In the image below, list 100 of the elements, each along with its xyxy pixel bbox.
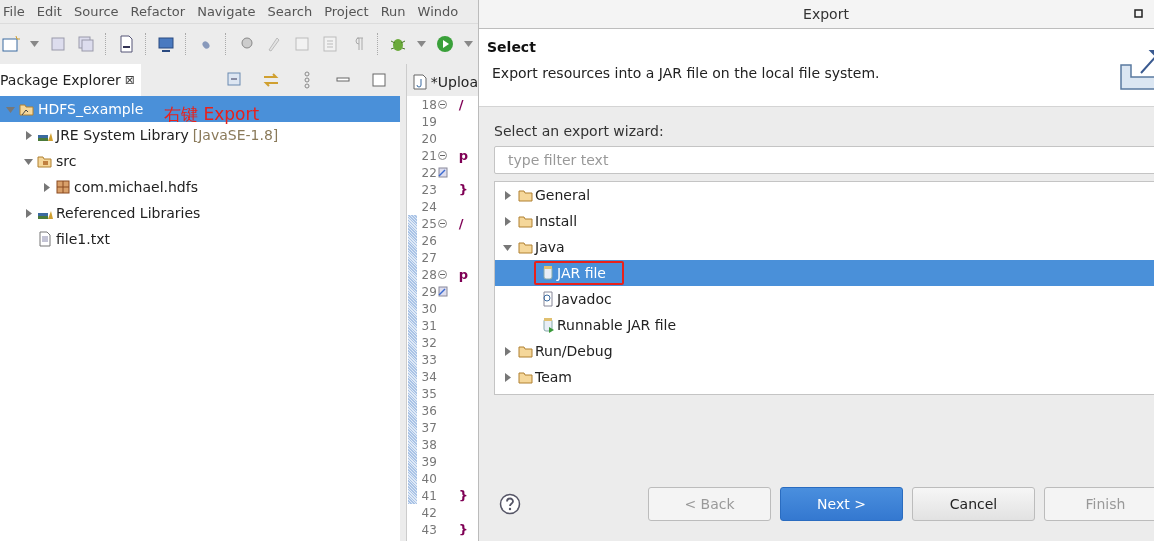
code-text: p <box>458 267 469 282</box>
line-number: 25 <box>420 216 437 231</box>
folder-icon <box>518 213 534 229</box>
menu-item[interactable]: Project <box>318 4 375 19</box>
runnable-jar-icon <box>540 317 556 333</box>
javadoc-icon <box>540 291 556 307</box>
collapsed-arrow-icon[interactable] <box>41 182 51 192</box>
code-text: } <box>458 488 469 503</box>
maximize-icon[interactable] <box>1134 9 1143 18</box>
folder-icon <box>518 187 534 203</box>
filter-field[interactable]: type filter text <box>494 146 1154 174</box>
monitor-icon[interactable] <box>157 35 175 53</box>
menu-item[interactable]: Navigate <box>191 4 262 19</box>
link-arrows-icon[interactable] <box>261 71 280 89</box>
jar-icon <box>540 265 556 281</box>
line-number: 41 <box>420 488 437 503</box>
expanded-arrow-icon[interactable] <box>502 242 512 252</box>
code-text: / <box>458 216 464 231</box>
tree-item[interactable]: com.michael.hdfs <box>0 174 400 200</box>
line-number: 33 <box>420 352 437 367</box>
line-number: 22 <box>420 165 437 180</box>
wizard-prompt: Select an export wizard: <box>494 123 665 139</box>
fold-icon[interactable] <box>438 151 448 160</box>
help-icon[interactable] <box>499 493 521 515</box>
dropdown-caret-icon[interactable] <box>464 41 473 47</box>
line-number: 43 <box>420 522 437 537</box>
fold-icon[interactable] <box>438 270 448 279</box>
wizard-item[interactable]: Javadoc <box>495 286 1154 312</box>
save-icon[interactable] <box>49 35 67 53</box>
binary-file-icon[interactable] <box>117 35 135 53</box>
line-number: 24 <box>420 199 437 214</box>
collapsed-arrow-icon[interactable] <box>23 208 33 218</box>
wizard-item[interactable]: Install <box>495 208 1154 234</box>
code-text: } <box>458 182 469 197</box>
run-icon[interactable] <box>436 35 454 53</box>
dialog-title: Export <box>803 6 849 22</box>
line-number: 34 <box>420 369 437 384</box>
line-number: 42 <box>420 505 437 520</box>
line-number: 32 <box>420 335 437 350</box>
menu-item[interactable]: Edit <box>30 4 68 19</box>
tree-item[interactable]: src <box>0 148 400 174</box>
collapsed-arrow-icon[interactable] <box>502 190 512 200</box>
line-number: 30 <box>420 301 437 316</box>
wizard-item[interactable]: Run/Debug <box>495 338 1154 364</box>
collapsed-arrow-icon[interactable] <box>502 216 512 226</box>
expanded-arrow-icon[interactable] <box>23 156 33 166</box>
menu-item[interactable]: File <box>0 4 31 19</box>
wizard-item[interactable]: Team <box>495 364 1154 390</box>
line-number: 18 <box>420 97 437 112</box>
menu-item[interactable]: Search <box>261 4 319 19</box>
collapsed-arrow-icon[interactable] <box>23 130 33 140</box>
page-heading: Select <box>487 39 537 55</box>
fold-icon[interactable] <box>438 219 448 228</box>
menu-item[interactable]: Windo <box>411 4 465 19</box>
line-number: 28 <box>420 267 437 282</box>
folder-icon <box>518 369 534 385</box>
line-number: 39 <box>420 454 437 469</box>
save-all-icon[interactable] <box>77 35 95 53</box>
dialog-button[interactable]: Next > <box>780 487 903 521</box>
dropdown-caret-icon[interactable] <box>417 41 426 47</box>
project-icon <box>19 101 35 117</box>
collapse-all-icon[interactable] <box>225 71 244 89</box>
tree-item[interactable]: Referenced Libraries <box>0 200 400 226</box>
dialog-button[interactable]: Cancel <box>912 487 1035 521</box>
page-description: Export resources into a JAR file on the local file system. <box>491 65 881 81</box>
wizard-item[interactable]: General <box>495 182 1154 208</box>
line-number: 20 <box>420 131 437 146</box>
file-icon <box>37 231 53 247</box>
java-file-icon <box>412 74 427 90</box>
line-number: 36 <box>420 403 437 418</box>
package-explorer-tab[interactable]: Package Explorer ⊠ <box>0 64 141 96</box>
line-number: 38 <box>420 437 437 452</box>
fold-icon[interactable] <box>438 100 448 109</box>
source-folder-icon <box>37 153 53 169</box>
line-number: 21 <box>420 148 437 163</box>
code-text: p <box>458 148 469 163</box>
wizard-item[interactable]: Runnable JAR file <box>495 312 1154 338</box>
menu-item[interactable]: Source <box>67 4 125 19</box>
annotation-text: 右键 Export <box>164 104 260 124</box>
dropdown-caret-icon[interactable] <box>30 41 39 47</box>
line-number: 27 <box>420 250 437 265</box>
code-text: } <box>458 522 469 537</box>
close-icon[interactable]: ⊠ <box>124 73 135 87</box>
line-number: 19 <box>420 114 437 129</box>
collapsed-arrow-icon[interactable] <box>502 346 512 356</box>
line-number: 23 <box>420 182 437 197</box>
tree-item[interactable]: file1.txt <box>0 226 400 252</box>
line-number: 29 <box>420 284 437 299</box>
line-number: 37 <box>420 420 437 435</box>
line-number: 26 <box>420 233 437 248</box>
line-number: 40 <box>420 471 437 486</box>
code-text: / <box>458 97 464 112</box>
folder-icon <box>518 239 534 255</box>
new-window-icon[interactable] <box>2 35 20 53</box>
collapsed-arrow-icon[interactable] <box>502 372 512 382</box>
menu-item[interactable]: Run <box>374 4 412 19</box>
folder-icon <box>518 343 534 359</box>
line-number: 31 <box>420 318 437 333</box>
wizard-item[interactable]: Java <box>495 234 1154 260</box>
menu-item[interactable]: Refactor <box>124 4 192 19</box>
